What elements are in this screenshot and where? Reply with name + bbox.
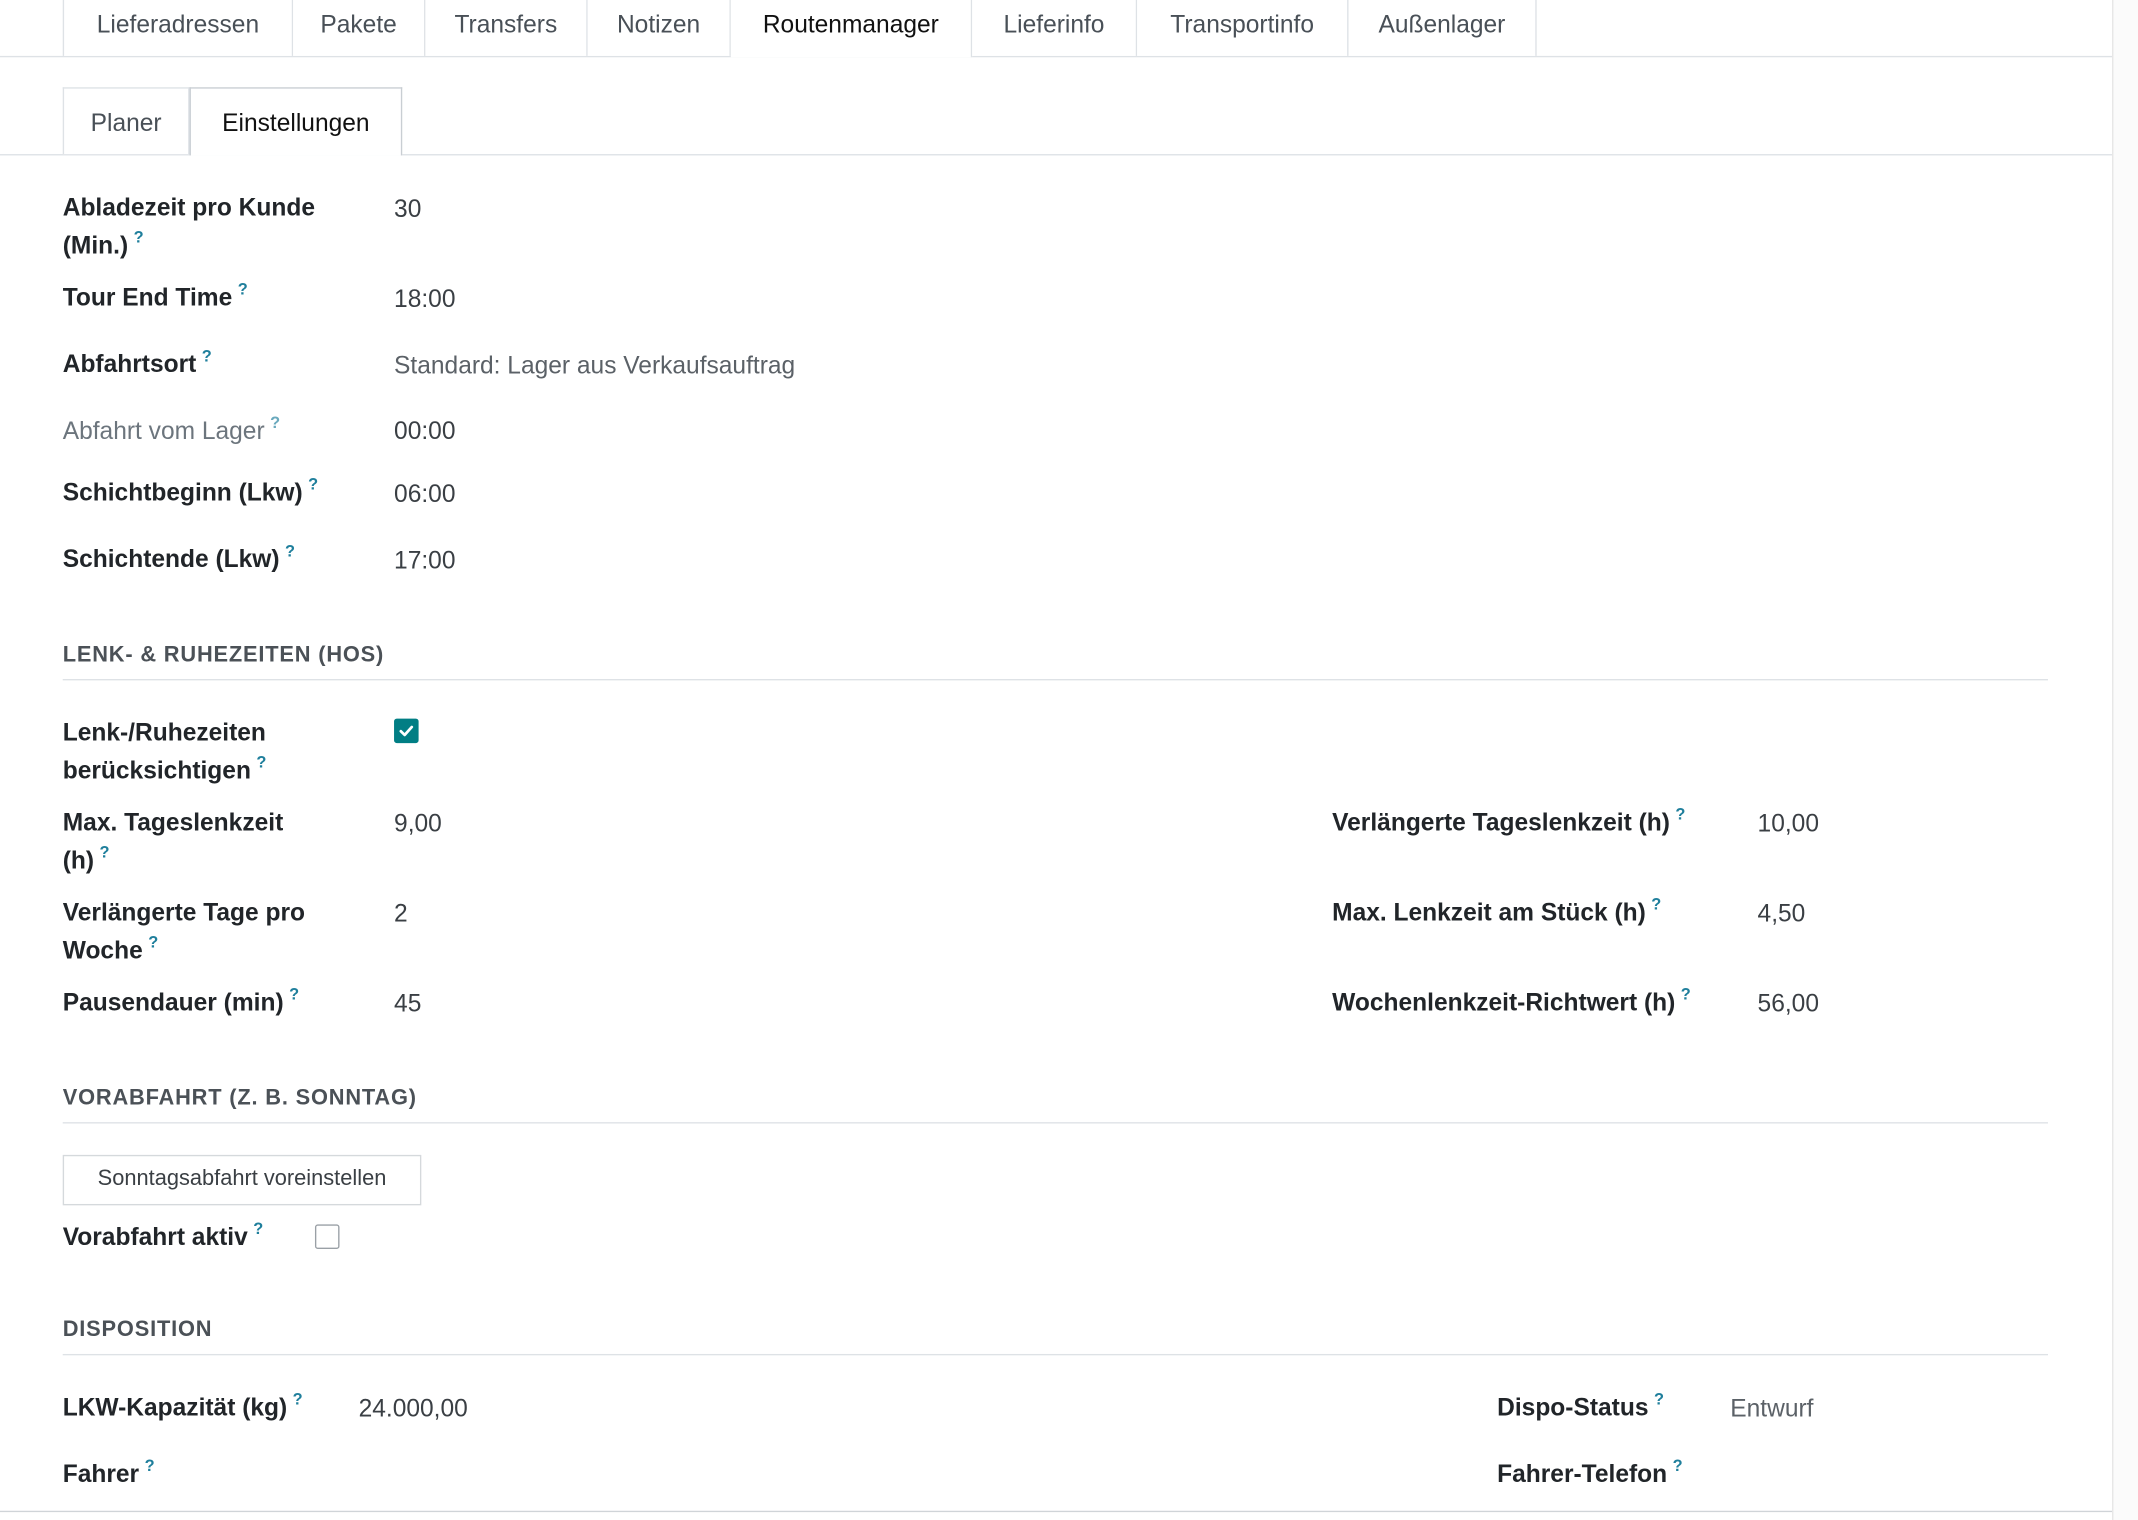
help-icon[interactable]: ? [289,984,299,1003]
tab-transfers[interactable]: Transfers [425,0,588,56]
tab-lieferadressen[interactable]: Lieferadressen [62,0,294,56]
pause-value[interactable]: 45 [394,984,421,1022]
tab-einstellungen[interactable]: Einstellungen [189,87,403,156]
max-daily-label: Max. Tageslenkzeit (h)? [62,808,284,875]
help-icon[interactable]: ? [1675,804,1685,823]
help-icon[interactable]: ? [134,228,144,247]
pause-label: Pausendauer (min)? [62,984,300,1016]
disposition-section-title: DISPOSITION [62,1319,2048,1356]
max-daily-value[interactable]: 9,00 [394,804,442,842]
help-icon[interactable]: ? [270,413,280,432]
help-icon[interactable]: ? [148,933,158,952]
hos-respect-checkbox[interactable] [394,718,419,744]
max-block-label: Max. Lenkzeit am Stück (h)? [1332,894,1662,926]
schichtbeginn-label: Schichtbeginn (Lkw)? [62,474,319,506]
ext-daily-label: Verlängerte Tageslenkzeit (h)? [1332,804,1686,836]
dispo-status-label: Dispo-Status? [1497,1389,1664,1421]
sub-tab-bar: Planer Einstellungen [0,87,2113,156]
schichtende-label: Schichtende (Lkw)? [62,541,296,573]
help-icon[interactable]: ? [285,541,295,560]
help-icon[interactable]: ? [253,1219,263,1238]
check-icon [399,725,414,737]
help-icon[interactable]: ? [308,474,318,493]
help-icon[interactable]: ? [1654,1389,1664,1408]
help-icon[interactable]: ? [293,1389,303,1408]
pre-departure-active-checkbox[interactable] [314,1224,340,1249]
main-tab-bar: Lieferadressen Pakete Transfers Notizen … [0,0,2113,58]
help-icon[interactable]: ? [1681,984,1691,1003]
form-bottom-divider [0,1510,2113,1513]
help-icon[interactable]: ? [256,753,266,772]
tab-planer[interactable]: Planer [62,87,190,155]
help-icon[interactable]: ? [202,346,212,365]
ext-daily-value[interactable]: 10,00 [1758,804,1819,842]
driver-phone-label: Fahrer-Telefon? [1497,1456,1683,1488]
tour-end-time-value[interactable]: 18:00 [394,280,455,318]
hos-respect-label: Lenk-/Ruhezeiten berücksichtigen? [62,718,267,785]
tab-pakete[interactable]: Pakete [293,0,426,56]
help-icon[interactable]: ? [238,280,248,299]
help-icon[interactable]: ? [1673,1456,1683,1475]
ext-days-label: Verlängerte Tage pro Woche? [62,898,306,964]
tab-lieferinfo[interactable]: Lieferinfo [972,0,1138,56]
form-view: Lieferadressen Pakete Transfers Notizen … [0,0,2138,1520]
abladezeit-value[interactable]: 30 [394,190,421,228]
abfahrtsort-label: Abfahrtsort? [62,346,212,378]
weekly-value[interactable]: 56,00 [1758,984,1819,1022]
help-icon[interactable]: ? [145,1456,155,1475]
sunday-departure-button[interactable]: Sonntagsabfahrt voreinstellen [62,1154,422,1206]
pre-departure-section-title: VORABFAHRT (Z. B. SONNTAG) [62,1087,2048,1124]
schichtbeginn-value[interactable]: 06:00 [394,474,455,512]
dispo-status-value[interactable]: Entwurf [1730,1389,1813,1427]
abfahrt-vom-lager-value: 00:00 [394,417,456,445]
tab-notizen[interactable]: Notizen [587,0,731,56]
vertical-scrollbar[interactable] [2112,0,2138,1520]
help-icon[interactable]: ? [100,843,110,862]
schichtende-value[interactable]: 17:00 [394,541,455,579]
abfahrt-vom-lager-label: Abfahrt vom Lager? [62,413,281,445]
tour-end-time-label: Tour End Time? [62,279,248,311]
capacity-label: LKW-Kapazität (kg)? [62,1389,303,1421]
help-icon[interactable]: ? [1651,894,1661,913]
ext-days-value[interactable]: 2 [394,894,408,932]
abfahrtsort-value[interactable]: Standard: Lager aus Verkaufsauftrag [394,346,795,384]
max-block-value[interactable]: 4,50 [1758,894,1806,932]
capacity-value[interactable]: 24.000,00 [359,1389,468,1427]
tab-aussenlager[interactable]: Außenlager [1348,0,1537,56]
driver-label: Fahrer? [62,1456,155,1488]
tab-transportinfo[interactable]: Transportinfo [1137,0,1349,56]
abladezeit-label: Abladezeit pro Kunde (Min.)? [62,193,315,260]
tab-routenmanager[interactable]: Routenmanager [730,0,973,58]
pre-departure-active-label: Vorabfahrt aktiv? [62,1218,264,1251]
hos-section-title: LENK- & RUHEZEITEN (HOS) [62,644,2048,681]
weekly-label: Wochenlenkzeit-Richtwert (h)? [1332,984,1691,1016]
